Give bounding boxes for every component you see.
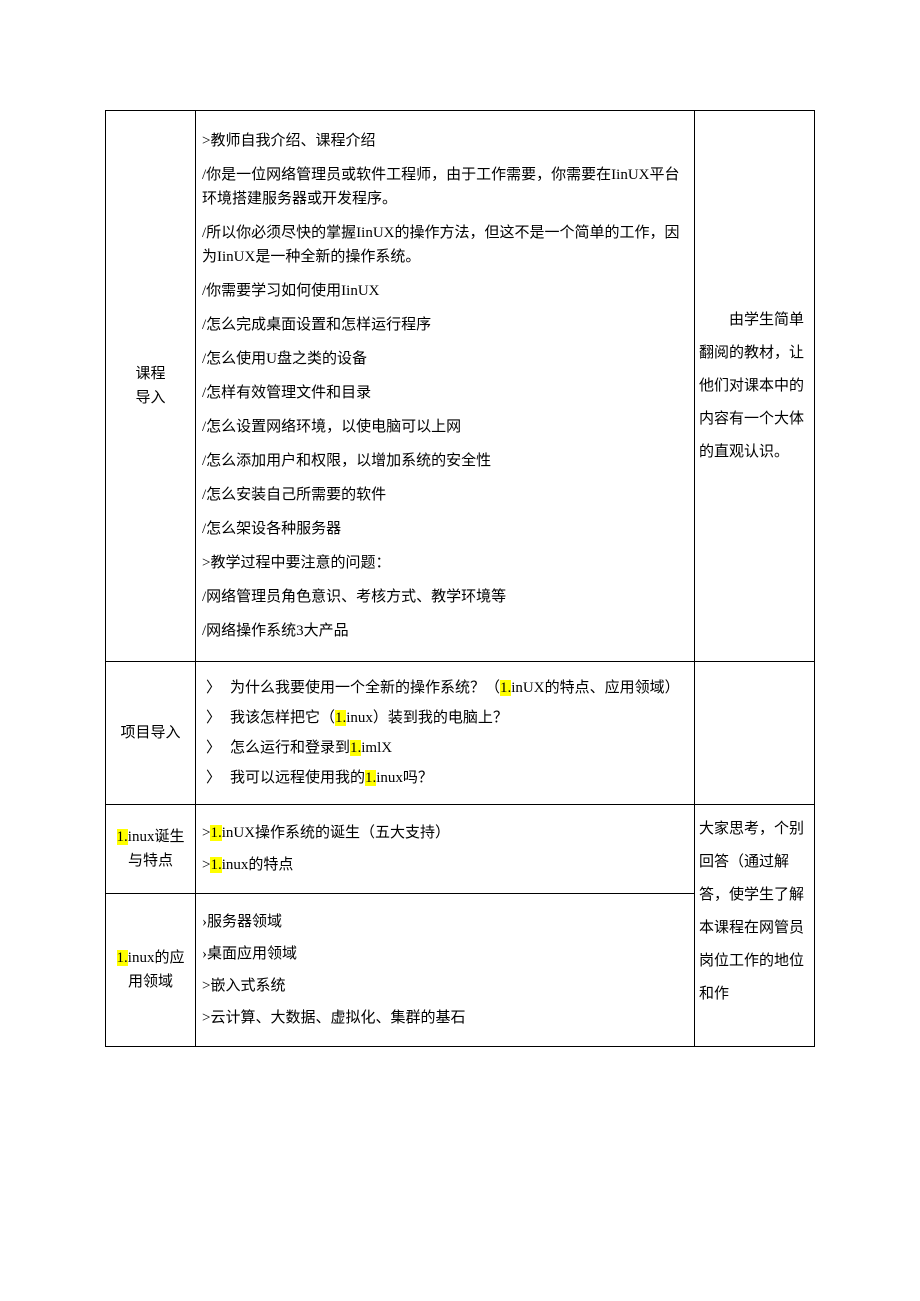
label-text: 项目导入 [120, 725, 180, 741]
table-row: 1.inux诞生与特点 >1.inUX操作系统的诞生（五大支持） >1.inux… [106, 805, 815, 894]
content-line: >教学过程中要注意的问题： [202, 551, 688, 575]
highlight: 1. [350, 740, 361, 756]
row-label-domain: 1.inux的应用领域 [106, 894, 196, 1047]
row-note-think: 大家思考，个别回答（通过解答，使学生了解本课程在网管员岗位工作的地位和作 [695, 805, 815, 1047]
content-line: /网络操作系统3大产品 [202, 619, 688, 643]
note-text: 由学生简单翻阅的教材，让他们对课本中的内容有一个大体的直观认识。 [699, 304, 810, 469]
label-text: inux的应用领域 [128, 950, 185, 990]
content-line: >1.inUX操作系统的诞生（五大支持） [202, 821, 688, 845]
row-content-project: 〉 为什么我要使用一个全新的操作系统？（1.inUX的特点、应用领域） 〉 我该… [196, 662, 695, 805]
bullet-text: 我可以远程使用我的1.inux吗？ [230, 766, 688, 790]
angle-right-icon: 〉 [202, 706, 230, 730]
bullet-item: 〉 我可以远程使用我的1.inux吗？ [202, 766, 688, 790]
label-text: inux诞生与特点 [128, 829, 185, 869]
content-line: >嵌入式系统 [202, 974, 688, 998]
bullet-text: 我该怎样把它（1.inux）装到我的电脑上？ [230, 706, 688, 730]
table-row: 课程 导入 >教师自我介绍、课程介绍 /你是一位网络管理员或软件工程师，由于工作… [106, 111, 815, 662]
content-line: /所以你必须尽快的掌握IinUX的操作方法，但这不是一个简单的工作，因为IinU… [202, 221, 688, 269]
note-text: 大家思考，个别回答（通过解答，使学生了解本课程在网管员岗位工作的地位和作 [699, 813, 810, 1011]
row-label-project: 项目导入 [106, 662, 196, 805]
content-line: /怎样有效管理文件和目录 [202, 381, 688, 405]
label-text: 导入 [112, 386, 189, 410]
lesson-plan-table: 课程 导入 >教师自我介绍、课程介绍 /你是一位网络管理员或软件工程师，由于工作… [105, 110, 815, 1047]
row-content-intro: >教师自我介绍、课程介绍 /你是一位网络管理员或软件工程师，由于工作需要，你需要… [196, 111, 695, 662]
content-line: /网络管理员角色意识、考核方式、教学环境等 [202, 585, 688, 609]
content-line: /怎么使用U盘之类的设备 [202, 347, 688, 371]
row-note-intro: 由学生简单翻阅的教材，让他们对课本中的内容有一个大体的直观认识。 [695, 111, 815, 662]
row-label-intro: 课程 导入 [106, 111, 196, 662]
row-label-birth: 1.inux诞生与特点 [106, 805, 196, 894]
highlight: 1. [117, 950, 128, 966]
content-line: >云计算、大数据、虚拟化、集群的基石 [202, 1006, 688, 1030]
highlight: 1. [365, 770, 376, 786]
content-line: /怎么设置网络环境，以使电脑可以上网 [202, 415, 688, 439]
bullet-text: 怎么运行和登录到1.imlX [230, 736, 688, 760]
row-note-project [695, 662, 815, 805]
content-line: /你需要学习如何使用IinUX [202, 279, 688, 303]
highlight: 1. [210, 825, 221, 841]
highlight: 1. [500, 680, 511, 696]
angle-right-icon: 〉 [202, 676, 230, 700]
bullet-item: 〉 为什么我要使用一个全新的操作系统？（1.inUX的特点、应用领域） [202, 676, 688, 700]
angle-right-icon: 〉 [202, 766, 230, 790]
content-line: >教师自我介绍、课程介绍 [202, 129, 688, 153]
content-line: /怎么完成桌面设置和怎样运行程序 [202, 313, 688, 337]
row-content-birth: >1.inUX操作系统的诞生（五大支持） >1.inux的特点 [196, 805, 695, 894]
content-line: /怎么架设各种服务器 [202, 517, 688, 541]
bullet-item: 〉 我该怎样把它（1.inux）装到我的电脑上？ [202, 706, 688, 730]
bullet-text: 为什么我要使用一个全新的操作系统？（1.inUX的特点、应用领域） [230, 676, 688, 700]
bullet-item: 〉 怎么运行和登录到1.imlX [202, 736, 688, 760]
content-line: >1.inux的特点 [202, 853, 688, 877]
highlight: 1. [210, 857, 221, 873]
content-line: ›桌面应用领域 [202, 942, 688, 966]
content-line: /你是一位网络管理员或软件工程师，由于工作需要，你需要在IinUX平台环境搭建服… [202, 163, 688, 211]
content-line: /怎么安装自己所需要的软件 [202, 483, 688, 507]
content-line: /怎么添加用户和权限，以增加系统的安全性 [202, 449, 688, 473]
highlight: 1. [335, 710, 346, 726]
angle-right-icon: 〉 [202, 736, 230, 760]
label-text: 课程 [112, 362, 189, 386]
content-line: ›服务器领域 [202, 910, 688, 934]
table-row: 项目导入 〉 为什么我要使用一个全新的操作系统？（1.inUX的特点、应用领域）… [106, 662, 815, 805]
row-content-domain: ›服务器领域 ›桌面应用领域 >嵌入式系统 >云计算、大数据、虚拟化、集群的基石 [196, 894, 695, 1047]
highlight: 1. [117, 829, 128, 845]
